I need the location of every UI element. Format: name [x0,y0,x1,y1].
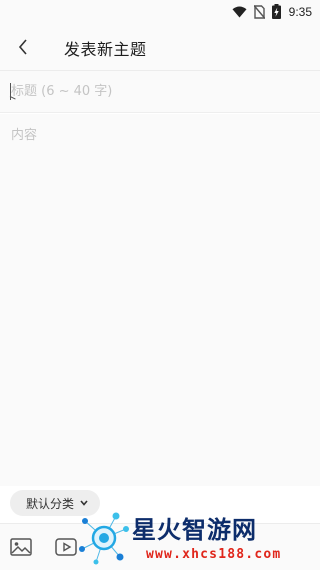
status-time: 9:35 [288,4,312,19]
chevron-left-icon [18,39,27,55]
title-input[interactable] [0,71,320,113]
content-input[interactable] [0,114,320,486]
status-bar: 9:35 [0,0,320,24]
battery-charging-icon [271,4,281,19]
category-label: 默认分类 [26,496,75,511]
wifi-icon [232,5,247,17]
image-icon[interactable] [10,538,32,556]
no-sim-icon [253,4,265,19]
top-app-bar: 发表新主题 [0,24,320,71]
watermark-brand: 星火智游网 [132,516,257,544]
status-icons: 9:35 [232,4,312,19]
page-title: 发表新主题 [64,40,147,59]
back-button[interactable] [8,32,38,62]
watermark-url: www.xhcs188.com [146,547,282,562]
